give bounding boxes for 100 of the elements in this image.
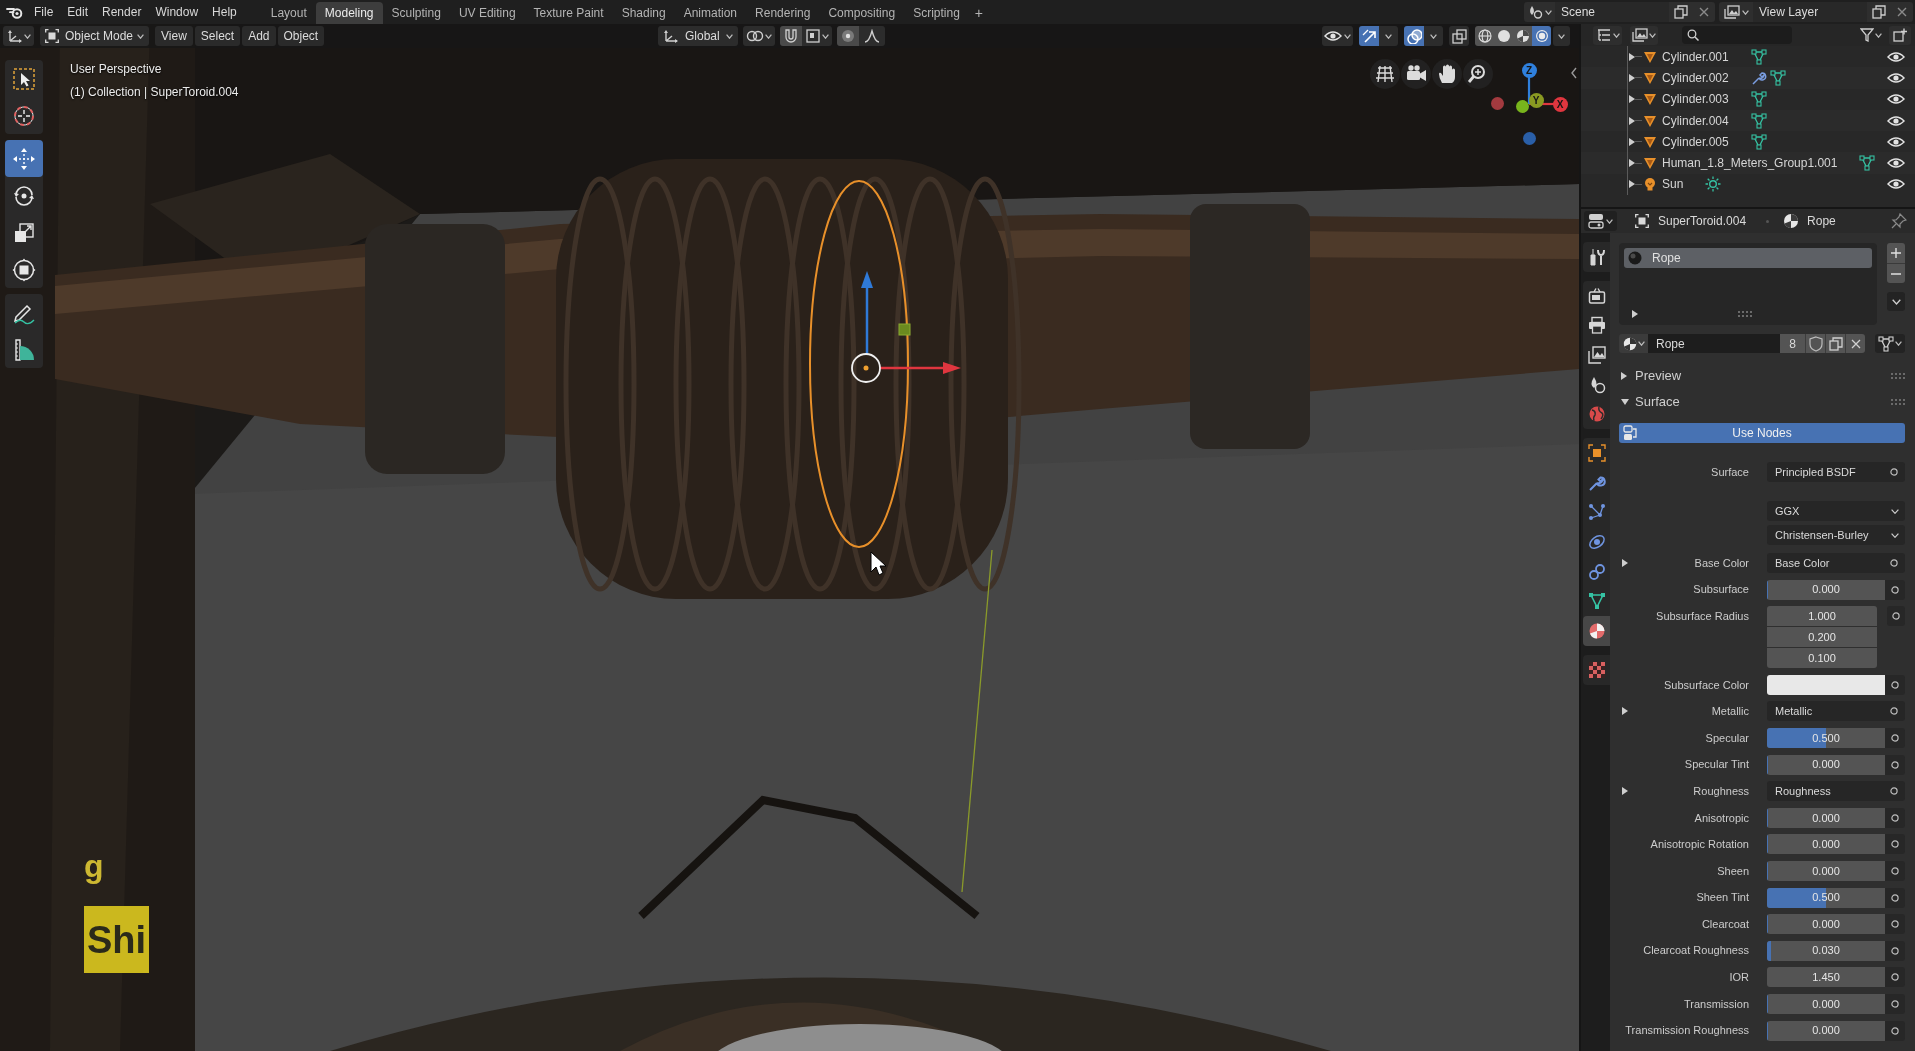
view-layer-browse-button[interactable] (1719, 2, 1753, 22)
scene-field[interactable]: Scene (1555, 2, 1669, 22)
unlink-material-button[interactable] (1845, 334, 1865, 353)
menu-item[interactable]: File (27, 2, 61, 22)
value-slider[interactable]: 0.000 (1767, 834, 1885, 855)
expand-arrow-icon[interactable] (1629, 137, 1635, 146)
use-nodes-button[interactable]: Use Nodes (1619, 423, 1905, 443)
link-field[interactable]: Roughness (1767, 781, 1905, 802)
socket-button[interactable] (1885, 860, 1905, 881)
search-field[interactable] (1682, 26, 1792, 44)
visibility-dropdown[interactable] (1322, 26, 1353, 46)
link-dropdown[interactable] (1875, 334, 1905, 353)
socket-button[interactable] (1885, 727, 1905, 748)
expand-arrow-icon[interactable] (1629, 73, 1635, 82)
value-slider[interactable]: 0.500 (1767, 887, 1885, 908)
dropdown-field[interactable]: Christensen-Burley (1767, 525, 1905, 545)
eye-icon[interactable] (1887, 71, 1905, 84)
new-collection-button[interactable] (1889, 25, 1911, 45)
browse-material-button[interactable] (1619, 334, 1648, 353)
value-slider[interactable]: 0.000 (1767, 1020, 1885, 1041)
link-field[interactable]: Metallic (1767, 701, 1905, 722)
workspace-tab[interactable]: Scripting (904, 2, 969, 24)
value-slider[interactable]: 0.000 (1767, 579, 1885, 600)
vertex-triangle-icon[interactable] (1769, 69, 1786, 86)
menu-item[interactable]: View (155, 26, 193, 46)
dropdown-field[interactable]: GGX (1767, 501, 1905, 521)
vertex-triangle-icon[interactable] (1750, 112, 1767, 129)
value-slider[interactable]: 0.000 (1767, 860, 1885, 881)
material-name-field[interactable]: Rope (1648, 334, 1780, 353)
right-arrow-handle[interactable] (880, 362, 961, 374)
workspace-tab[interactable]: Sculpting (382, 2, 450, 24)
shading-mode-button[interactable] (1513, 26, 1532, 46)
expand-arrow-icon[interactable] (1629, 116, 1635, 125)
editor-type-button[interactable] (3, 26, 34, 46)
expand-arrow-icon[interactable] (1632, 310, 1638, 318)
socket-button[interactable] (1885, 834, 1905, 855)
socket-button[interactable] (1885, 967, 1905, 988)
workspace-tab[interactable]: Shading (612, 2, 675, 24)
xray-toggle[interactable] (1449, 26, 1469, 46)
vertex-triangle-icon[interactable] (1750, 91, 1767, 108)
socket-button[interactable] (1885, 940, 1905, 961)
proportional-toggle[interactable] (837, 26, 859, 46)
panel-header[interactable]: Surface (1610, 391, 1915, 413)
socket-button[interactable] (1887, 606, 1905, 627)
snap-toggle[interactable] (780, 26, 802, 46)
panel-header[interactable]: Preview (1610, 365, 1915, 387)
properties-tab[interactable] (1583, 242, 1610, 272)
material-slot[interactable]: Rope (1624, 248, 1872, 268)
overlay-options-button[interactable] (1424, 26, 1443, 46)
expand-arrow-icon[interactable] (1629, 52, 1635, 61)
gizmo-toggle[interactable] (1359, 26, 1379, 46)
falloff-dropdown[interactable] (859, 26, 885, 46)
socket-button[interactable] (1885, 754, 1905, 775)
vertex-triangle-icon[interactable] (1750, 133, 1767, 150)
vector-component-field[interactable]: 0.100 (1767, 648, 1877, 669)
expand-arrow-icon[interactable] (1622, 787, 1628, 796)
eye-icon[interactable] (1887, 93, 1905, 106)
eye-icon[interactable] (1887, 178, 1905, 191)
value-slider[interactable]: 0.000 (1767, 807, 1885, 828)
editor-type-button[interactable] (1593, 25, 1622, 45)
editor-type-button[interactable] (1584, 211, 1617, 231)
menu-item[interactable]: Window (148, 2, 206, 22)
duplicate-material-button[interactable] (1825, 334, 1845, 353)
add-workspace-button[interactable]: + (968, 2, 989, 24)
add-slot-button[interactable] (1887, 243, 1905, 263)
menu-item[interactable]: Help (205, 2, 244, 22)
expand-arrow-icon[interactable] (1622, 559, 1628, 567)
eye-icon[interactable] (1887, 135, 1905, 148)
socket-button[interactable] (1885, 993, 1905, 1014)
socket-button[interactable] (1885, 674, 1905, 695)
workspace-tab[interactable]: Animation (674, 2, 747, 24)
value-slider[interactable]: 0.500 (1767, 727, 1885, 748)
workspace-tab[interactable]: Texture Paint (524, 2, 613, 24)
pivot-dropdown[interactable] (743, 26, 775, 46)
pivot-ring[interactable] (851, 353, 881, 383)
expand-arrow-icon[interactable] (1629, 159, 1635, 168)
workspace-tab[interactable]: Compositing (819, 2, 905, 24)
scene-browse-button[interactable] (1524, 2, 1555, 22)
shading-mode-button[interactable] (1532, 26, 1551, 46)
plane-handle[interactable] (898, 323, 911, 336)
gizmo-options-button[interactable] (1379, 26, 1398, 46)
slot-specials-button[interactable] (1887, 292, 1905, 311)
snap-target-dropdown[interactable] (802, 26, 832, 46)
workspace-tab[interactable]: Modeling (315, 2, 383, 24)
color-swatch[interactable] (1767, 674, 1885, 695)
number-field[interactable]: 1.450 (1767, 967, 1885, 988)
remove-slot-button[interactable] (1887, 263, 1905, 283)
value-slider[interactable]: 0.030 (1767, 940, 1885, 961)
sun-icon[interactable] (1705, 176, 1722, 193)
menu-item[interactable]: Add (242, 26, 276, 46)
orientation-dropdown[interactable]: Global (658, 26, 738, 46)
menu-item[interactable]: Edit (60, 2, 96, 22)
workspace-tab[interactable]: Layout (261, 2, 316, 24)
mode-dropdown[interactable]: Object Mode (40, 26, 149, 46)
expand-arrow-icon[interactable] (1622, 707, 1628, 716)
value-slider[interactable]: 0.000 (1767, 914, 1885, 935)
grip-icon[interactable] (1738, 311, 1752, 317)
socket-button[interactable] (1885, 579, 1905, 600)
value-slider[interactable]: 0.000 (1767, 754, 1885, 775)
vector-component-field[interactable]: 1.000 (1767, 606, 1877, 627)
